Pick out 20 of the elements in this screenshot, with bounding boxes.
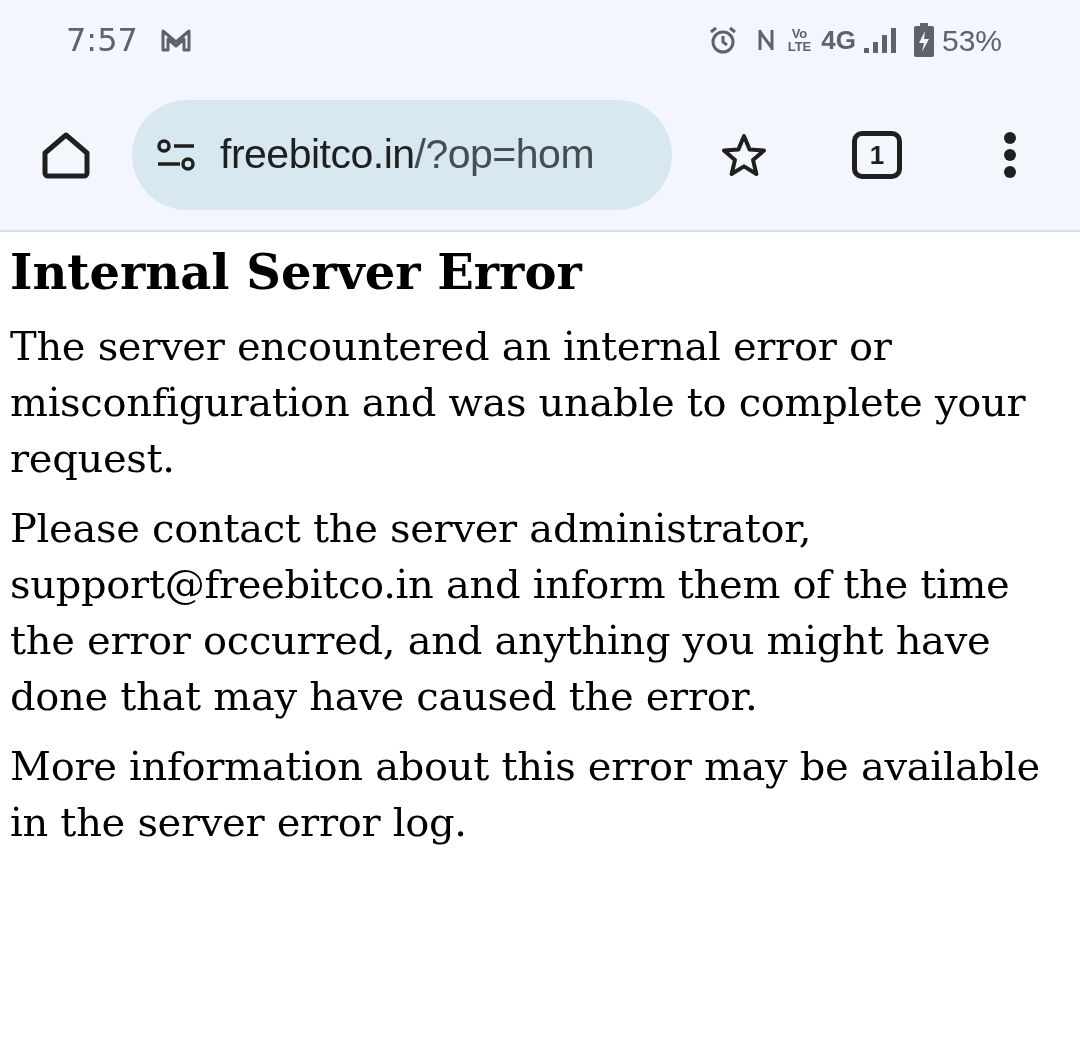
network-type: 4G [821, 23, 856, 57]
clock-time: 7:57 [66, 20, 138, 61]
mail-icon [159, 28, 192, 52]
more-icon [1003, 131, 1017, 179]
volte-indicator: Vo LTE [787, 27, 812, 53]
home-icon [41, 131, 91, 179]
page-heading: Internal Server Error [10, 243, 584, 302]
battery-level: 53% [941, 22, 1002, 59]
signal-icon [863, 26, 896, 54]
star-icon [721, 133, 767, 177]
paragraph: More information about this error may be available in the server error log. [10, 742, 1041, 847]
site-settings-icon [156, 138, 196, 172]
paragraph: The server encountered an internal error or misconfiguration and was unable to complete your request. [10, 322, 1027, 483]
address-bar[interactable]: freebitco.in/?op=hom [132, 100, 672, 210]
battery-charging-icon [913, 23, 934, 57]
url-text: freebitco.in/?op=hom [220, 130, 595, 180]
tab-switcher-button[interactable]: 1 [852, 131, 902, 179]
paragraph: Please contact the server administrator, support@freebitco.in and inform them of the time the error occurred, and anything you might have done that may have caused the error. [10, 504, 1011, 721]
alarm-icon [707, 25, 738, 55]
home-button[interactable] [40, 129, 92, 181]
